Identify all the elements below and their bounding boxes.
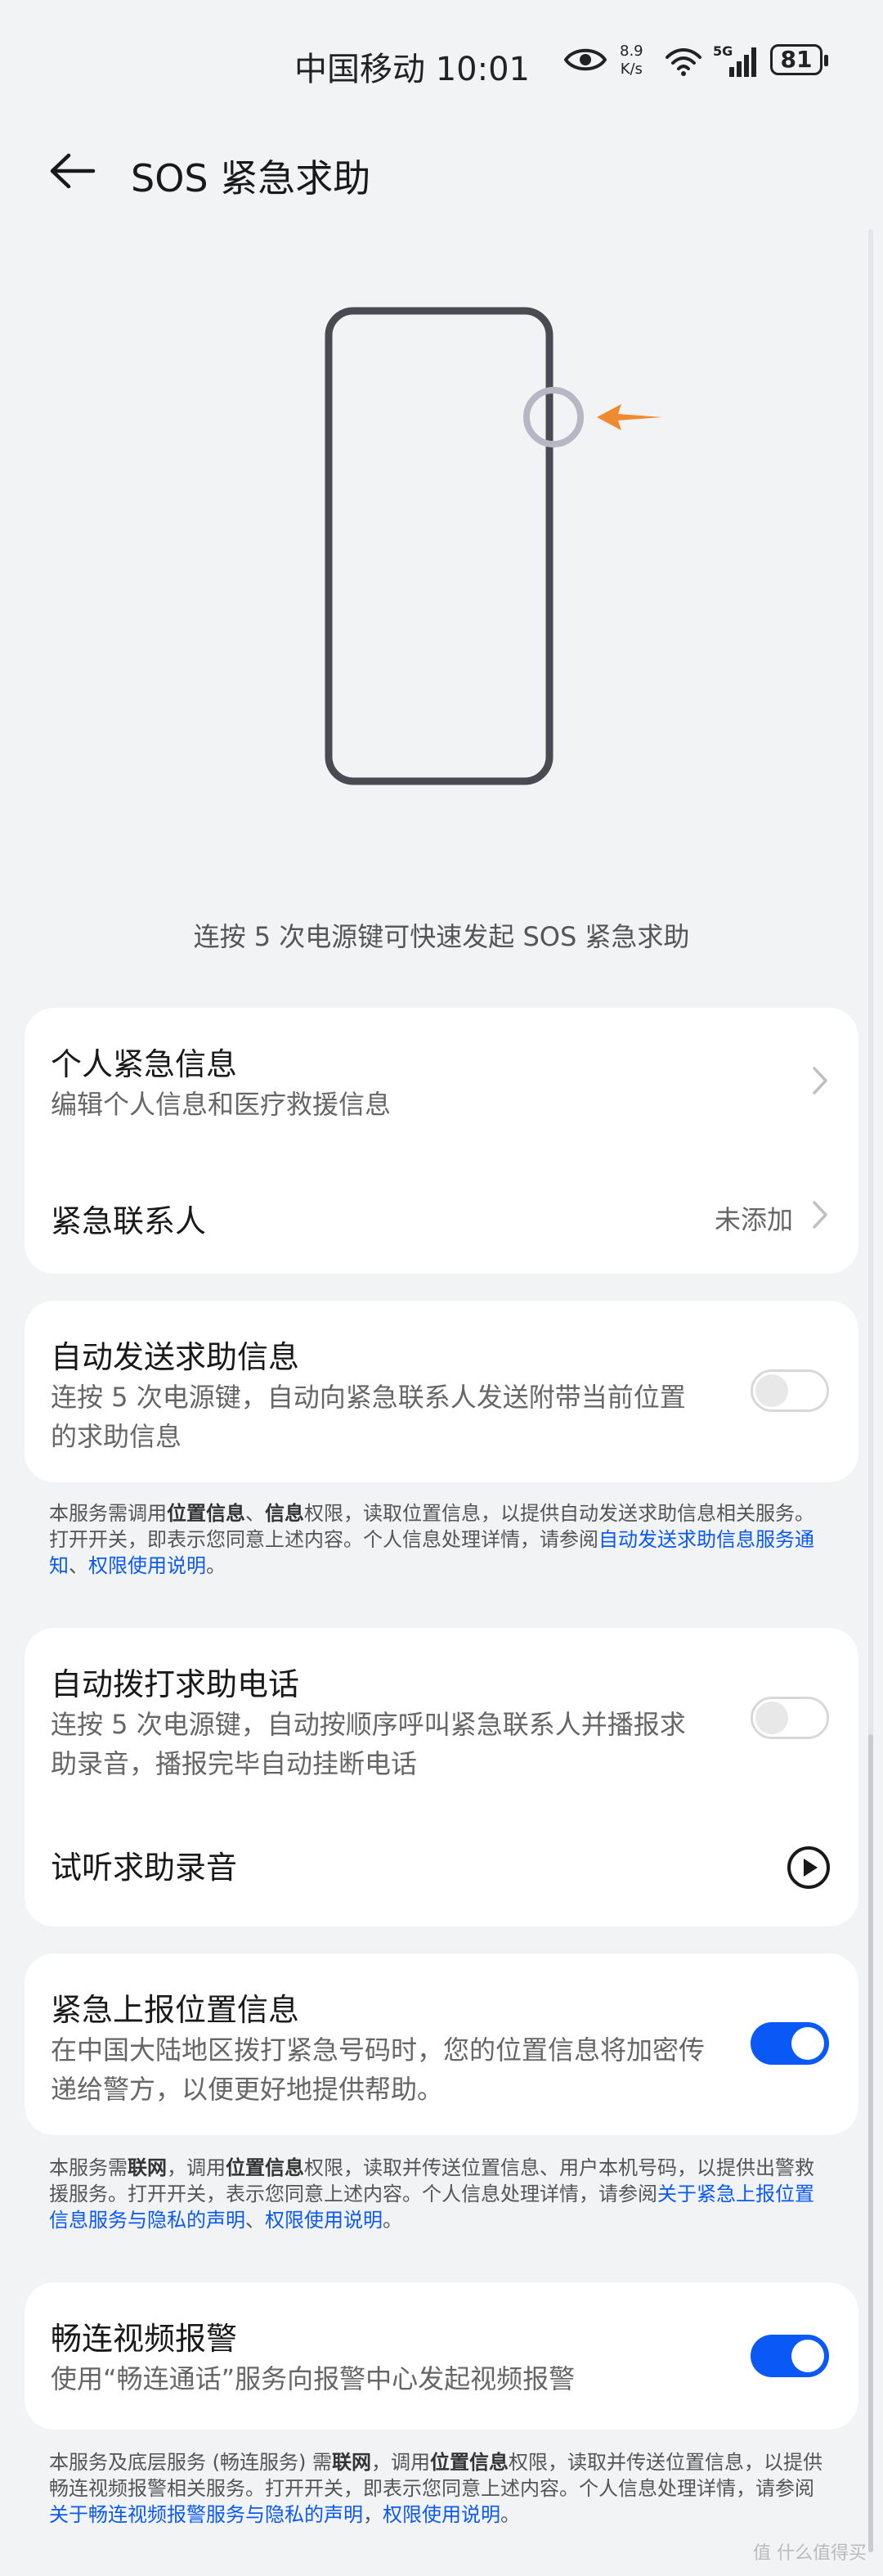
- auto-send-subtitle: 连按 5 次电源键，自动向紧急联系人发送附带当前位置的求助信息: [51, 1382, 686, 1452]
- emergency-contacts-status: 未添加: [714, 1204, 793, 1235]
- video-alarm-privacy-statement-link[interactable]: 关于畅连视频报警服务与隐私的声明: [49, 2503, 363, 2526]
- location-report-toggle[interactable]: [751, 2022, 829, 2065]
- chevron-right-icon: [813, 1067, 827, 1095]
- scrollbar-thumb[interactable]: [868, 1734, 873, 2552]
- toggle-knob: [791, 2340, 824, 2372]
- play-icon[interactable]: [787, 1845, 831, 1890]
- auto-call-title: 自动拨打求助电话: [51, 1666, 300, 1702]
- video-alarm-title: 畅连视频报警: [51, 2321, 238, 2357]
- carrier-time: 中国移动 10:01: [294, 51, 530, 88]
- toggle-knob: [755, 1702, 788, 1734]
- personal-emergency-info-row[interactable]: 个人紧急信息 编辑个人信息和医疗救援信息: [25, 1008, 858, 1163]
- video-alarm-card: 畅连视频报警 使用“畅连通话”服务向报警中心发起视频报警: [25, 2282, 858, 2430]
- cellular-signal-icon: 5G: [713, 43, 756, 77]
- personal-info-card: 个人紧急信息 编辑个人信息和医疗救援信息 紧急联系人 未添加: [25, 1008, 858, 1274]
- header: SOS 紧急求助: [0, 131, 883, 213]
- auto-call-card: 自动拨打求助电话 连按 5 次电源键，自动按顺序呼叫紧急联系人并播报求助录音，播…: [25, 1628, 858, 1926]
- status-bar: 中国移动 10:01 8.9 K/s 5G 81: [0, 0, 883, 123]
- auto-send-notice: 本服务需调用位置信息、信息权限，读取位置信息，以提供自动发送求助信息相关服务。打…: [49, 1502, 814, 1577]
- auto-send-title: 自动发送求助信息: [51, 1339, 300, 1375]
- personal-emergency-info-title: 个人紧急信息: [51, 1046, 238, 1082]
- page-title: SOS 紧急求助: [131, 156, 371, 200]
- phone-power-button-illustration: [325, 307, 662, 785]
- location-notice: 本服务需联网，调用位置信息权限，读取并传送位置信息、用户本机号码，以提供出警救援…: [49, 2156, 814, 2232]
- back-arrow-icon[interactable]: [47, 151, 96, 191]
- preview-recording-row[interactable]: 试听求助录音: [25, 1809, 858, 1926]
- scrollbar[interactable]: [868, 229, 873, 2552]
- auto-call-toggle[interactable]: [751, 1697, 829, 1739]
- personal-emergency-info-subtitle: 编辑个人信息和医疗救援信息: [51, 1089, 392, 1120]
- watermark: 值 什么值得买: [753, 2543, 867, 2564]
- network-speed: 8.9 K/s: [620, 43, 643, 78]
- location-report-title: 紧急上报位置信息: [51, 1992, 300, 2028]
- auto-send-toggle[interactable]: [751, 1369, 829, 1412]
- permission-usage-link[interactable]: 权限使用说明: [88, 1554, 206, 1577]
- location-report-row[interactable]: 紧急上报位置信息 在中国大陆地区拨打紧急号码时，您的位置信息将加密传递给警方，以…: [25, 1953, 858, 2135]
- auto-call-subtitle: 连按 5 次电源键，自动按顺序呼叫紧急联系人并播报求助录音，播报完毕自动挂断电话: [51, 1709, 686, 1779]
- toggle-knob: [791, 2027, 824, 2060]
- permission-usage-link[interactable]: 权限使用说明: [265, 2209, 383, 2232]
- chevron-right-icon: [813, 1201, 827, 1229]
- illustration-caption: 连按 5 次电源键可快速发起 SOS 紧急求助: [193, 921, 690, 952]
- auto-call-row[interactable]: 自动拨打求助电话 连按 5 次电源键，自动按顺序呼叫紧急联系人并播报求助录音，播…: [25, 1628, 858, 1809]
- auto-send-card: 自动发送求助信息 连按 5 次电源键，自动向紧急联系人发送附带当前位置的求助信息: [25, 1301, 858, 1482]
- location-report-card: 紧急上报位置信息 在中国大陆地区拨打紧急号码时，您的位置信息将加密传递给警方，以…: [25, 1953, 858, 2135]
- video-alarm-notice: 本服务及底层服务 (畅连服务) 需联网，调用位置信息权限，读取并传送位置信息，以…: [49, 2451, 822, 2526]
- permission-usage-link[interactable]: 权限使用说明: [383, 2503, 500, 2526]
- video-alarm-subtitle: 使用“畅连通话”服务向报警中心发起视频报警: [51, 2363, 576, 2394]
- preview-recording-title: 试听求助录音: [51, 1850, 238, 1886]
- eye-comfort-icon: [564, 48, 607, 71]
- auto-send-row[interactable]: 自动发送求助信息 连按 5 次电源键，自动向紧急联系人发送附带当前位置的求助信息: [25, 1301, 858, 1482]
- battery-level: 81: [780, 46, 813, 73]
- emergency-contacts-title: 紧急联系人: [51, 1203, 207, 1239]
- toggle-knob: [755, 1374, 788, 1407]
- video-alarm-toggle[interactable]: [751, 2335, 829, 2377]
- emergency-contacts-row[interactable]: 紧急联系人 未添加: [25, 1163, 858, 1274]
- svg-text:5G: 5G: [713, 43, 733, 59]
- wifi-icon: [666, 48, 701, 76]
- video-alarm-row[interactable]: 畅连视频报警 使用“畅连通话”服务向报警中心发起视频报警: [25, 2282, 858, 2430]
- battery-icon: 81: [770, 44, 828, 75]
- location-report-subtitle: 在中国大陆地区拨打紧急号码时，您的位置信息将加密传递给警方，以便更好地提供帮助。: [51, 2034, 706, 2105]
